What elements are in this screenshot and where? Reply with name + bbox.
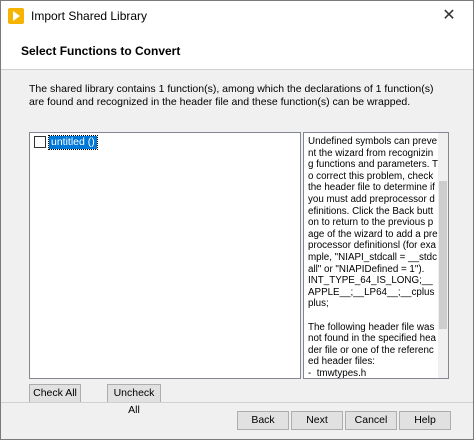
title-bar: Import Shared Library ✕ bbox=[1, 1, 473, 31]
description-text: The shared library contains 1 function(s… bbox=[29, 83, 434, 108]
back-button[interactable]: Back bbox=[237, 411, 289, 430]
import-shared-library-window: Import Shared Library ✕ Select Functions… bbox=[0, 0, 474, 440]
help-button[interactable]: Help bbox=[399, 411, 451, 430]
uncheck-all-button[interactable]: Uncheck All bbox=[107, 384, 161, 416]
next-button[interactable]: Next bbox=[291, 411, 343, 430]
info-text: Undefined symbols can prevent the wizard… bbox=[308, 136, 438, 379]
cancel-button[interactable]: Cancel bbox=[345, 411, 397, 430]
check-all-button[interactable]: Check All bbox=[29, 384, 81, 403]
function-list[interactable]: untitled () bbox=[29, 132, 301, 379]
divider bbox=[1, 402, 473, 403]
app-icon bbox=[8, 8, 24, 24]
function-label[interactable]: untitled () bbox=[48, 134, 98, 150]
window-title: Import Shared Library bbox=[31, 9, 148, 23]
function-checkbox[interactable] bbox=[34, 136, 46, 148]
list-item[interactable]: untitled () bbox=[34, 134, 98, 150]
info-scrollbar[interactable] bbox=[438, 133, 448, 378]
wizard-header: Select Functions to Convert bbox=[1, 31, 473, 70]
scroll-thumb[interactable] bbox=[439, 181, 447, 329]
info-panel: Undefined symbols can prevent the wizard… bbox=[303, 132, 449, 379]
close-icon[interactable]: ✕ bbox=[427, 1, 471, 31]
page-title: Select Functions to Convert bbox=[21, 44, 181, 58]
